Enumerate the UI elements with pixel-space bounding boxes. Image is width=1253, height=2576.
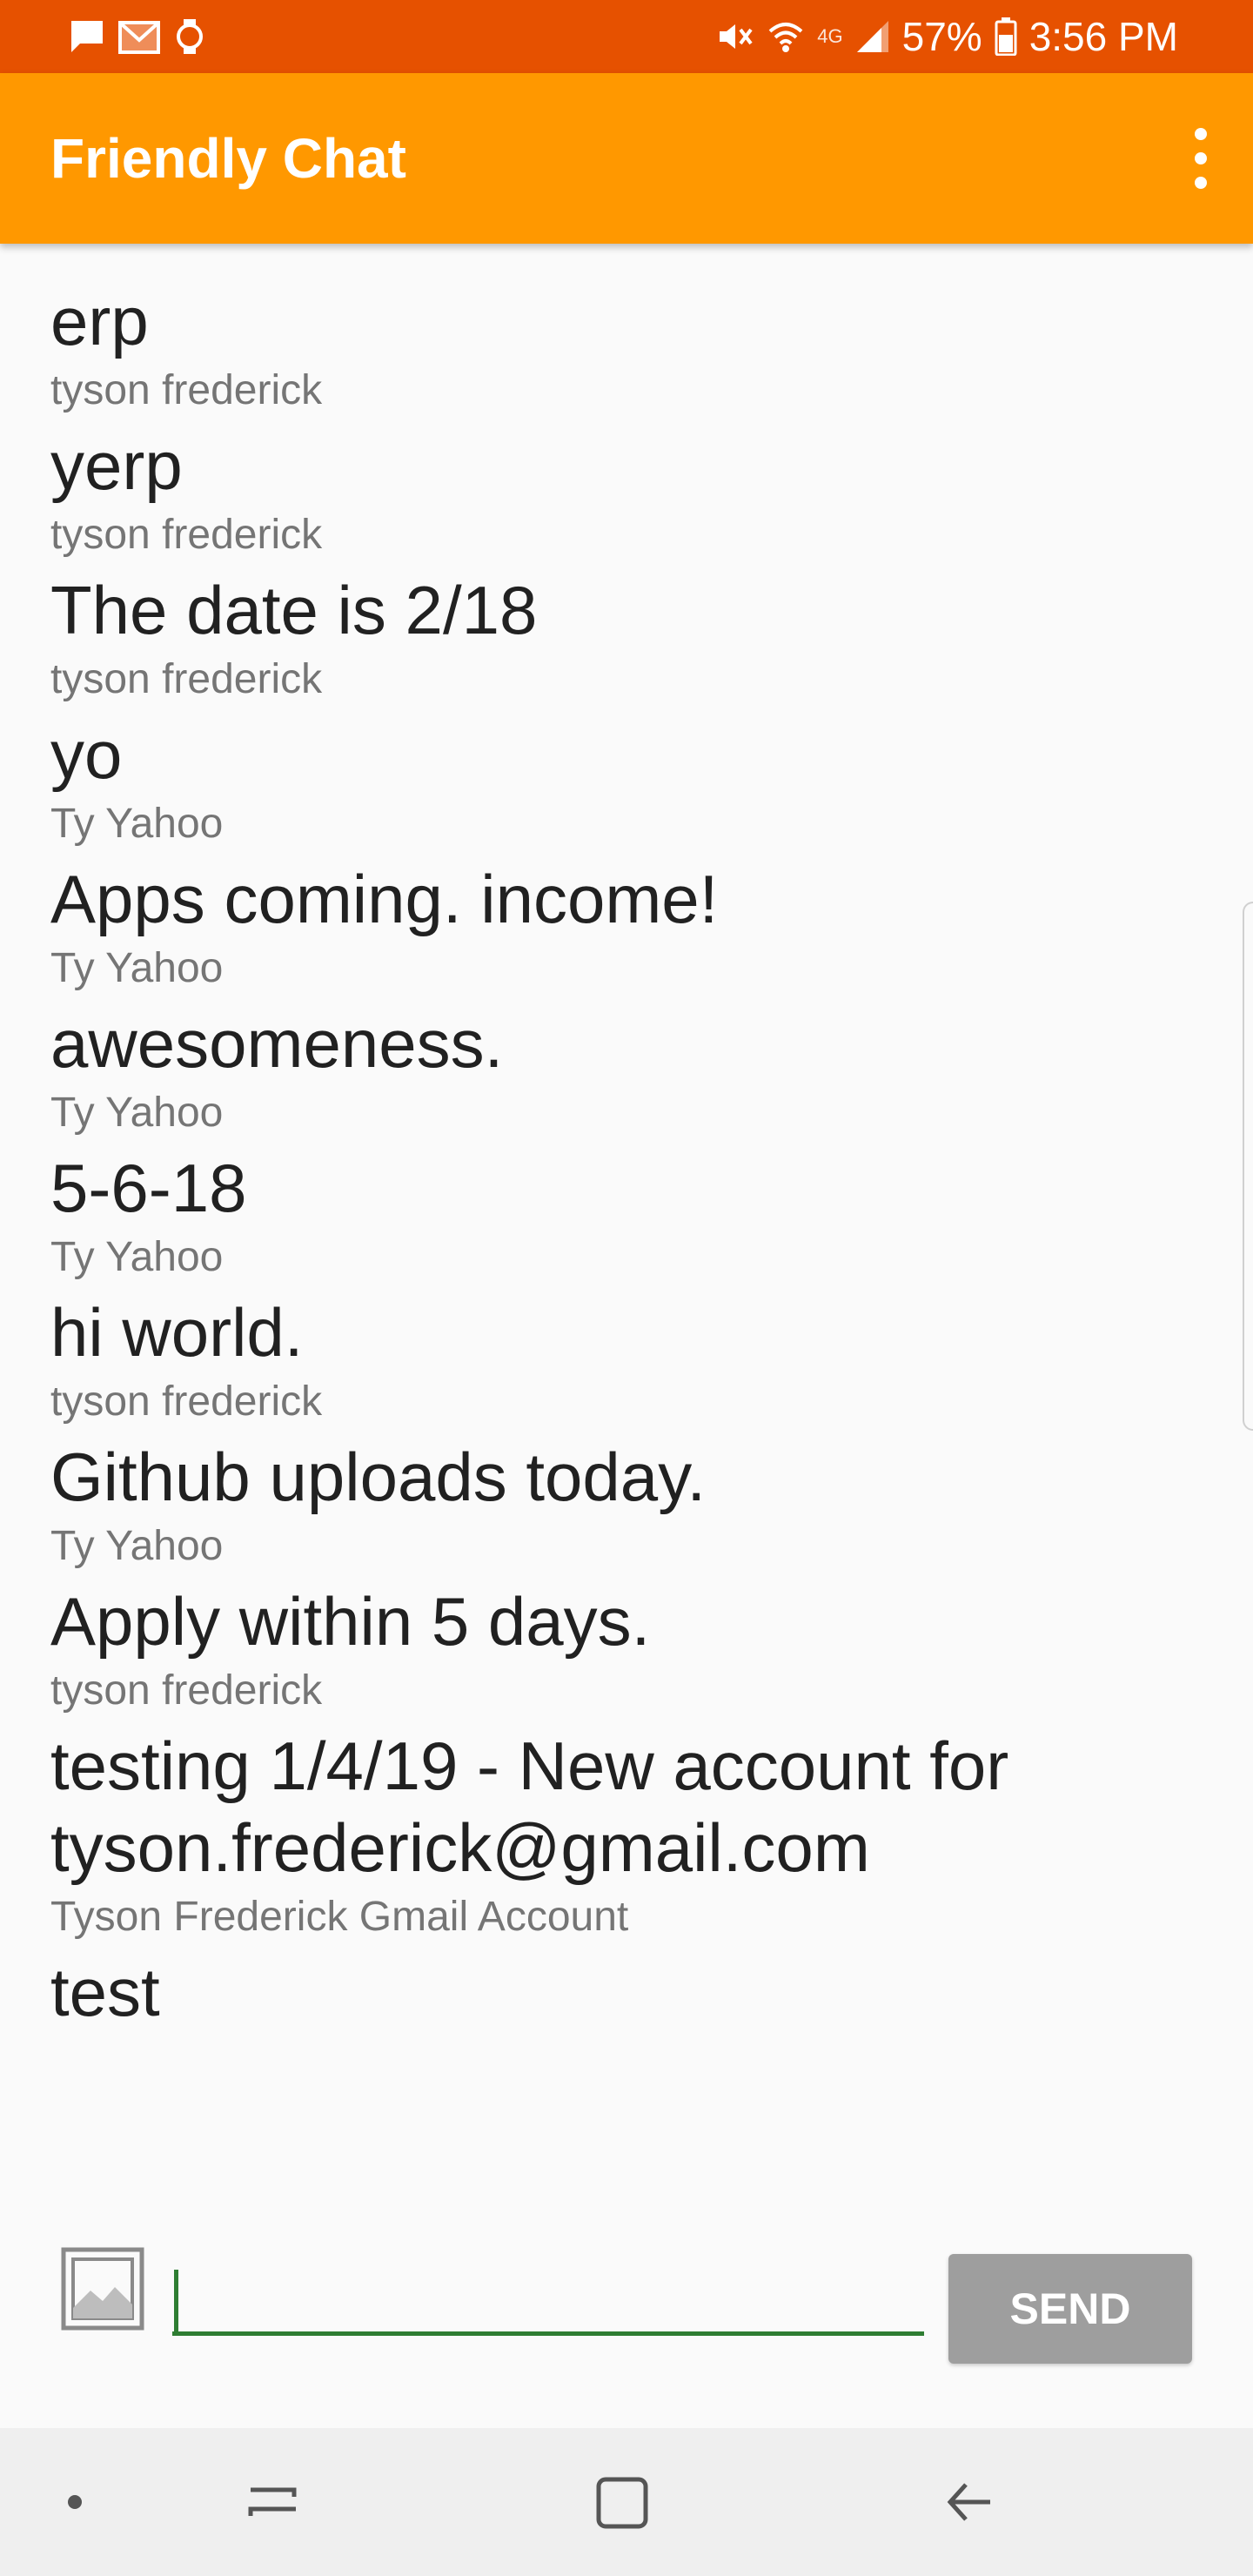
text-cursor — [174, 2270, 178, 2332]
message-author: Ty Yahoo — [50, 1523, 224, 1569]
message-list[interactable]: erp tyson frederick yerp tyson frederick… — [0, 244, 1253, 2228]
message-input[interactable] — [172, 2263, 924, 2336]
message-text: 5-6-18 — [50, 1150, 247, 1226]
notification-icons — [68, 17, 219, 56]
message-author: Ty Yahoo — [50, 945, 224, 991]
message-icon — [71, 21, 103, 52]
list-item: 5-6-18 Ty Yahoo — [50, 1147, 1203, 1285]
message-author: tyson frederick — [50, 1667, 323, 1714]
message-text: testing 1/4/19 - New account for tyson.f… — [50, 1727, 1009, 1886]
network-type: 4G — [817, 25, 843, 47]
message-author: Tyson Frederick Gmail Account — [50, 1894, 629, 1940]
list-item: erp tyson frederick — [50, 280, 1203, 418]
app-bar: Friendly Chat — [0, 73, 1253, 244]
message-text: Github uploads today. — [50, 1439, 707, 1515]
message-author: tyson frederick — [50, 656, 323, 702]
signal-icon — [856, 21, 888, 52]
menu-dot — [1195, 152, 1207, 164]
list-item: yerp tyson frederick — [50, 425, 1203, 562]
list-item: testing 1/4/19 - New account for tyson.f… — [50, 1725, 1203, 1944]
wifi-icon — [768, 23, 803, 52]
message-text: hi world. — [50, 1294, 304, 1371]
message-text: Apply within 5 days. — [50, 1583, 651, 1660]
mute-icon — [720, 24, 753, 49]
list-item: The date is 2/18 tyson frederick — [50, 569, 1203, 707]
list-item: hi world. tyson frederick — [50, 1291, 1203, 1429]
battery-percent: 57% — [901, 14, 982, 59]
navigation-bar — [0, 2428, 1253, 2576]
status-bar: 4G 57% 3:56 PM — [0, 0, 1253, 73]
add-image-button[interactable] — [61, 2247, 144, 2331]
list-item: Apps coming. income! Ty Yahoo — [50, 858, 1203, 996]
battery-icon — [995, 17, 1017, 56]
list-item: yo Ty Yahoo — [50, 714, 1203, 851]
recent-apps-icon[interactable] — [244, 2467, 305, 2537]
message-author: Ty Yahoo — [50, 801, 224, 847]
list-item: test — [50, 1951, 1203, 2033]
message-author: Ty Yahoo — [50, 1234, 224, 1280]
message-text: yerp — [50, 427, 183, 504]
nav-dot-icon[interactable] — [66, 2467, 84, 2537]
home-icon[interactable] — [592, 2467, 653, 2537]
back-icon[interactable] — [940, 2467, 1001, 2537]
list-item: Github uploads today. Ty Yahoo — [50, 1436, 1203, 1573]
list-item: awesomeness. Ty Yahoo — [50, 1003, 1203, 1140]
message-author: tyson frederick — [50, 512, 323, 558]
watch-icon — [177, 19, 203, 54]
app-title: Friendly Chat — [50, 127, 406, 190]
send-button[interactable]: SEND — [948, 2254, 1192, 2364]
message-text: test — [50, 1954, 160, 2030]
clock: 3:56 PM — [1029, 14, 1178, 59]
message-text: The date is 2/18 — [50, 572, 538, 648]
message-text: awesomeness. — [50, 1005, 504, 1082]
image-icon — [61, 2247, 144, 2331]
message-author: Ty Yahoo — [50, 1090, 224, 1136]
system-icons: 4G 57% 3:56 PM — [704, 13, 1178, 60]
edge-panel-handle[interactable] — [1243, 902, 1253, 1431]
list-item: Apply within 5 days. tyson frederick — [50, 1580, 1203, 1718]
message-text: Apps coming. income! — [50, 861, 719, 937]
message-author: tyson frederick — [50, 367, 323, 413]
overflow-menu-icon[interactable] — [1175, 115, 1227, 202]
menu-dot — [1195, 177, 1207, 189]
gmail-icon — [118, 21, 160, 54]
message-author: tyson frederick — [50, 1379, 323, 1425]
message-text: yo — [50, 716, 123, 793]
composer: SEND — [0, 2210, 1253, 2428]
menu-dot — [1195, 128, 1207, 140]
message-text: erp — [50, 283, 149, 359]
